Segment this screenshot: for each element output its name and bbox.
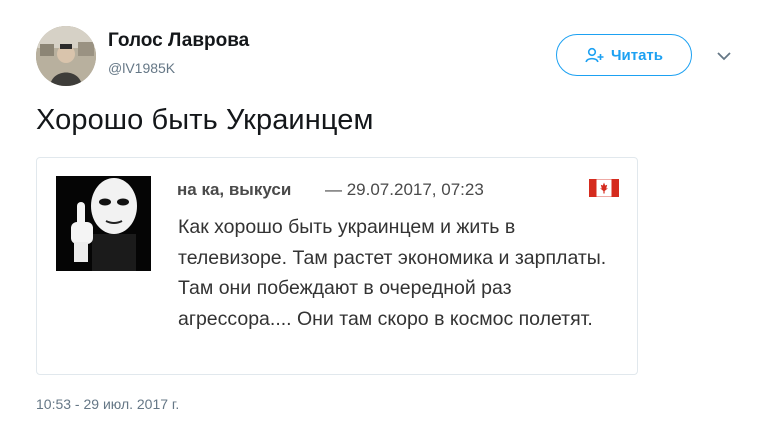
attached-image[interactable]: на ка, выкуси — 29.07.2017, 07:23 Как хо…	[36, 157, 638, 375]
follow-button[interactable]: Читать	[556, 34, 692, 76]
avatar[interactable]	[36, 26, 96, 86]
follow-button-label: Читать	[610, 46, 664, 64]
embedded-post-text: Как хорошо быть украинцем и жить в телев…	[178, 216, 607, 330]
user-handle[interactable]: @lV1985K	[108, 60, 175, 76]
chevron-down-icon[interactable]	[716, 48, 732, 64]
embedded-post-date: — 29.07.2017, 07:23	[325, 180, 484, 199]
avatar-image	[36, 26, 96, 86]
tweet-text: Хорошо быть Украинцем	[36, 104, 374, 136]
add-user-icon	[585, 47, 604, 63]
embedded-post-author: на ка, выкуси	[177, 180, 292, 199]
tweet-timestamp[interactable]: 10:53 - 29 июл. 2017 г.	[36, 396, 179, 412]
canada-flag-icon	[589, 179, 619, 197]
display-name[interactable]: Голос Лаврова	[108, 30, 249, 52]
masked-figure-image	[56, 176, 151, 271]
embedded-post-avatar	[56, 176, 151, 271]
